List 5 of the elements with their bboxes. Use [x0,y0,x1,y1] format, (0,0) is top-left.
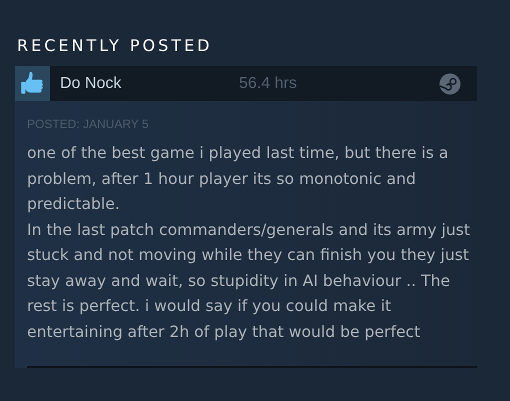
hours-played: 56.4 hrs [239,74,297,94]
review-text: one of the best game i played last time, but there is a problem, after 1 hour player its so monotonic and predictable. In the last patch commanders/generals and its army just stuck and not moving while they can finish you they just stay away and wait, so stupidity in AI behaviour .. The rest is perfect. i would say if you could make it entertaining after 2h of play that would be perfect [27,143,471,342]
author-name[interactable]: Do Nock [60,72,239,96]
steam-logo-icon [439,72,461,94]
section-title: RECENTLY POSTED [17,36,214,56]
